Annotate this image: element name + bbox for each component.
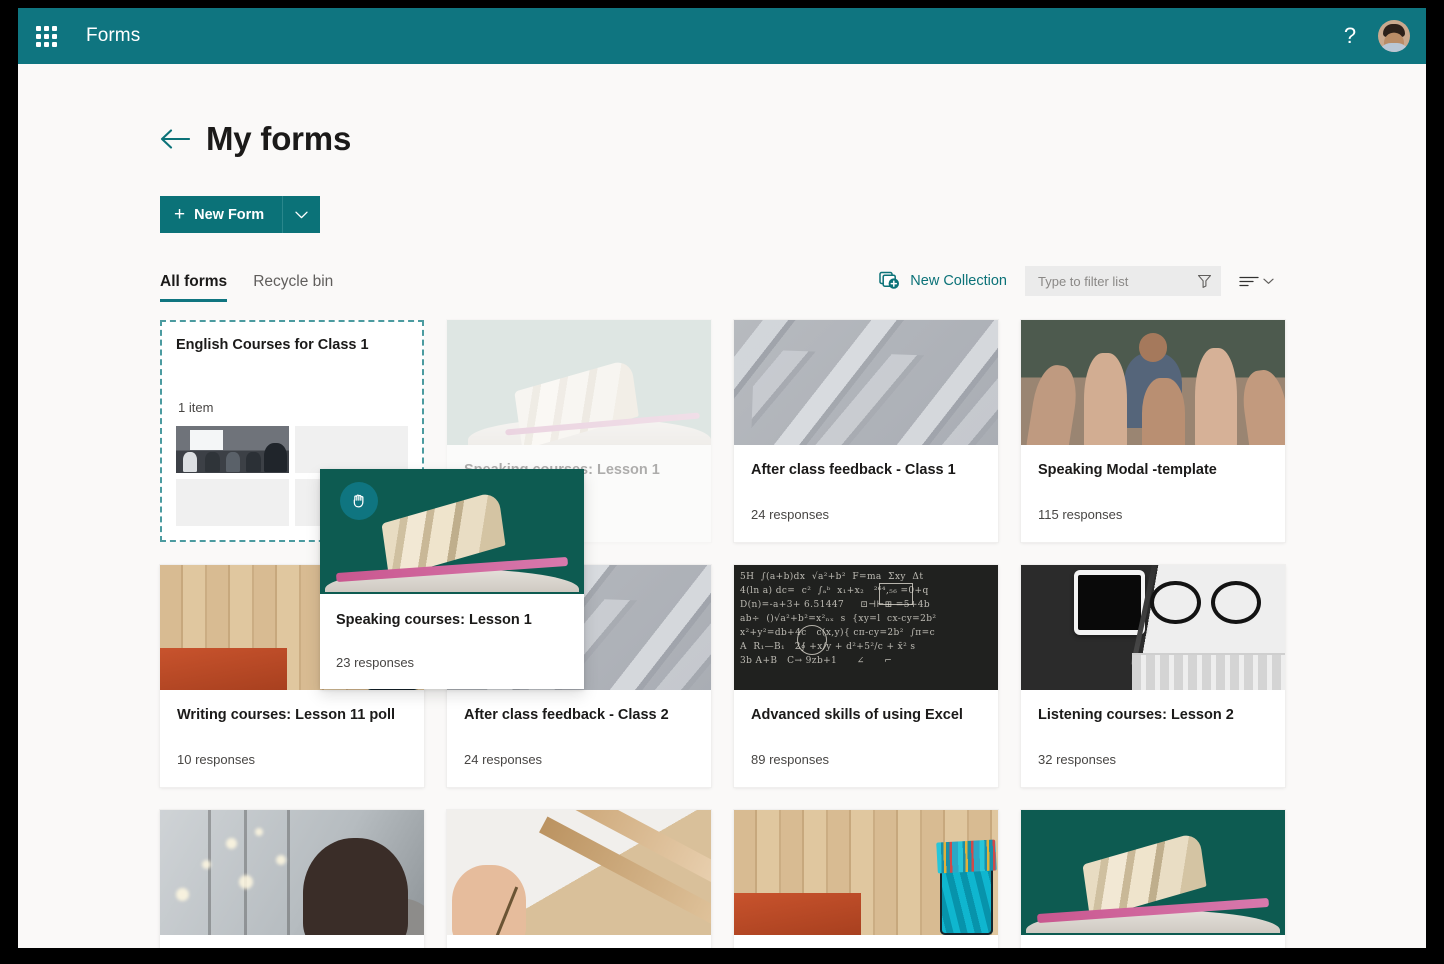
form-thumbnail — [447, 320, 711, 445]
form-card[interactable]: 5H ∫(a+b)dx √a²+b² F=ma Σxy Δt 4(ln a) d… — [734, 565, 998, 787]
waffle-grid — [35, 25, 57, 47]
form-card-meta — [734, 935, 998, 948]
new-collection-icon — [879, 271, 901, 291]
tab-all-forms[interactable]: All forms — [160, 273, 228, 302]
form-card-title: After class feedback - Class 2 — [464, 707, 669, 723]
form-card-responses: 10 responses — [177, 752, 256, 767]
new-form-dropdown-button[interactable] — [282, 196, 321, 233]
dragged-card-meta: Speaking courses: Lesson 1 — [320, 594, 584, 628]
form-thumbnail — [160, 810, 424, 935]
title-row: My forms — [160, 120, 1426, 158]
sort-lines-icon — [1239, 275, 1259, 288]
form-card-responses: 24 responses — [464, 752, 543, 767]
form-card-title: Advanced skills of using Excel — [751, 707, 963, 723]
form-thumbnail: 5H ∫(a+b)dx √a²+b² F=ma Σxy Δt 4(ln a) d… — [734, 565, 998, 690]
chevron-down-icon — [295, 211, 308, 219]
form-card-title: Speaking Modal -template — [1038, 462, 1217, 478]
filter-icon[interactable] — [1197, 274, 1212, 289]
form-card[interactable]: Listening courses: Lesson 2 32 responses — [1021, 565, 1285, 787]
collection-item-count: 1 item — [178, 400, 214, 415]
form-card[interactable] — [447, 810, 711, 948]
dragged-card-thumbnail — [320, 469, 584, 594]
form-card-title: Listening courses: Lesson 2 — [1038, 707, 1234, 723]
new-collection-button[interactable]: New Collection — [879, 271, 1007, 291]
content-area: My forms + New Form All forms Recycle bi… — [18, 64, 1426, 948]
back-arrow-icon[interactable] — [160, 128, 190, 150]
suite-header-bar: Forms ? — [18, 8, 1426, 64]
form-thumbnail — [1021, 810, 1285, 935]
collection-title: English Courses for Class 1 — [176, 337, 369, 353]
form-card-meta — [1021, 935, 1285, 948]
form-card-title: Writing courses: Lesson 11 poll — [177, 707, 396, 723]
dragged-card-title: Speaking courses: Lesson 1 — [336, 612, 532, 628]
collection-thumb-2 — [295, 426, 408, 473]
form-card-responses: 115 responses — [1038, 507, 1123, 522]
page-title: My forms — [206, 120, 352, 157]
help-icon[interactable]: ? — [1330, 16, 1370, 56]
avatar-shirt — [1378, 43, 1410, 52]
new-form-button[interactable]: + New Form — [160, 196, 283, 233]
list-toolbar: New Collection — [879, 266, 1274, 302]
browser-frame: Forms ? My forms + New Form All forms Re… — [18, 8, 1426, 948]
form-card-responses: 32 responses — [1038, 752, 1117, 767]
form-card-meta: Listening courses: Lesson 2 — [1021, 690, 1285, 723]
dragged-card-responses: 23 responses — [336, 655, 415, 670]
tab-list: All forms Recycle bin — [160, 273, 333, 302]
form-card[interactable] — [1021, 810, 1285, 948]
new-collection-label: New Collection — [910, 273, 1007, 289]
sort-button[interactable] — [1239, 275, 1274, 288]
form-card[interactable]: After class feedback - Class 1 24 respon… — [734, 320, 998, 542]
form-card[interactable] — [734, 810, 998, 948]
sort-chevron-down-icon — [1263, 278, 1274, 285]
form-card-responses: 24 responses — [751, 507, 830, 522]
grab-hand-icon[interactable] — [340, 482, 378, 520]
plus-icon: + — [174, 204, 186, 225]
collection-thumb-1 — [176, 426, 289, 473]
avatar[interactable] — [1378, 20, 1410, 52]
collection-thumb-3 — [176, 479, 289, 526]
form-thumbnail — [1021, 565, 1285, 690]
form-card-meta — [447, 935, 711, 948]
page-body: My forms + New Form All forms Recycle bi… — [18, 64, 1426, 948]
form-thumbnail — [447, 810, 711, 935]
form-card-meta — [160, 935, 424, 948]
tab-recycle-bin[interactable]: Recycle bin — [253, 273, 333, 302]
form-card-meta: Advanced skills of using Excel — [734, 690, 998, 723]
form-card[interactable]: Speaking Modal -template 115 responses — [1021, 320, 1285, 542]
form-thumbnail — [734, 320, 998, 445]
form-card-meta: After class feedback - Class 1 — [734, 445, 998, 478]
dragged-form-card[interactable]: Speaking courses: Lesson 1 23 responses — [320, 469, 584, 689]
app-title: Forms — [86, 25, 141, 46]
form-card-meta: Speaking Modal -template — [1021, 445, 1285, 478]
form-thumbnail — [1021, 320, 1285, 445]
filter-field[interactable] — [1025, 266, 1242, 296]
form-card-responses: 89 responses — [751, 752, 830, 767]
form-card[interactable] — [160, 810, 424, 948]
form-card-title: After class feedback - Class 1 — [751, 462, 956, 478]
new-form-label: New Form — [194, 206, 265, 223]
tabs-toolbar-row: All forms Recycle bin New Collection Typ… — [160, 266, 1426, 302]
chalkboard-equations: 5H ∫(a+b)dx √a²+b² F=ma Σxy Δt 4(ln a) d… — [740, 572, 937, 666]
form-card-meta: Writing courses: Lesson 11 poll — [160, 690, 424, 723]
form-thumbnail — [734, 810, 998, 935]
new-form-button-group: + New Form — [160, 196, 1426, 233]
form-card-meta: After class feedback - Class 2 — [447, 690, 711, 723]
app-launcher-icon[interactable] — [22, 12, 70, 60]
